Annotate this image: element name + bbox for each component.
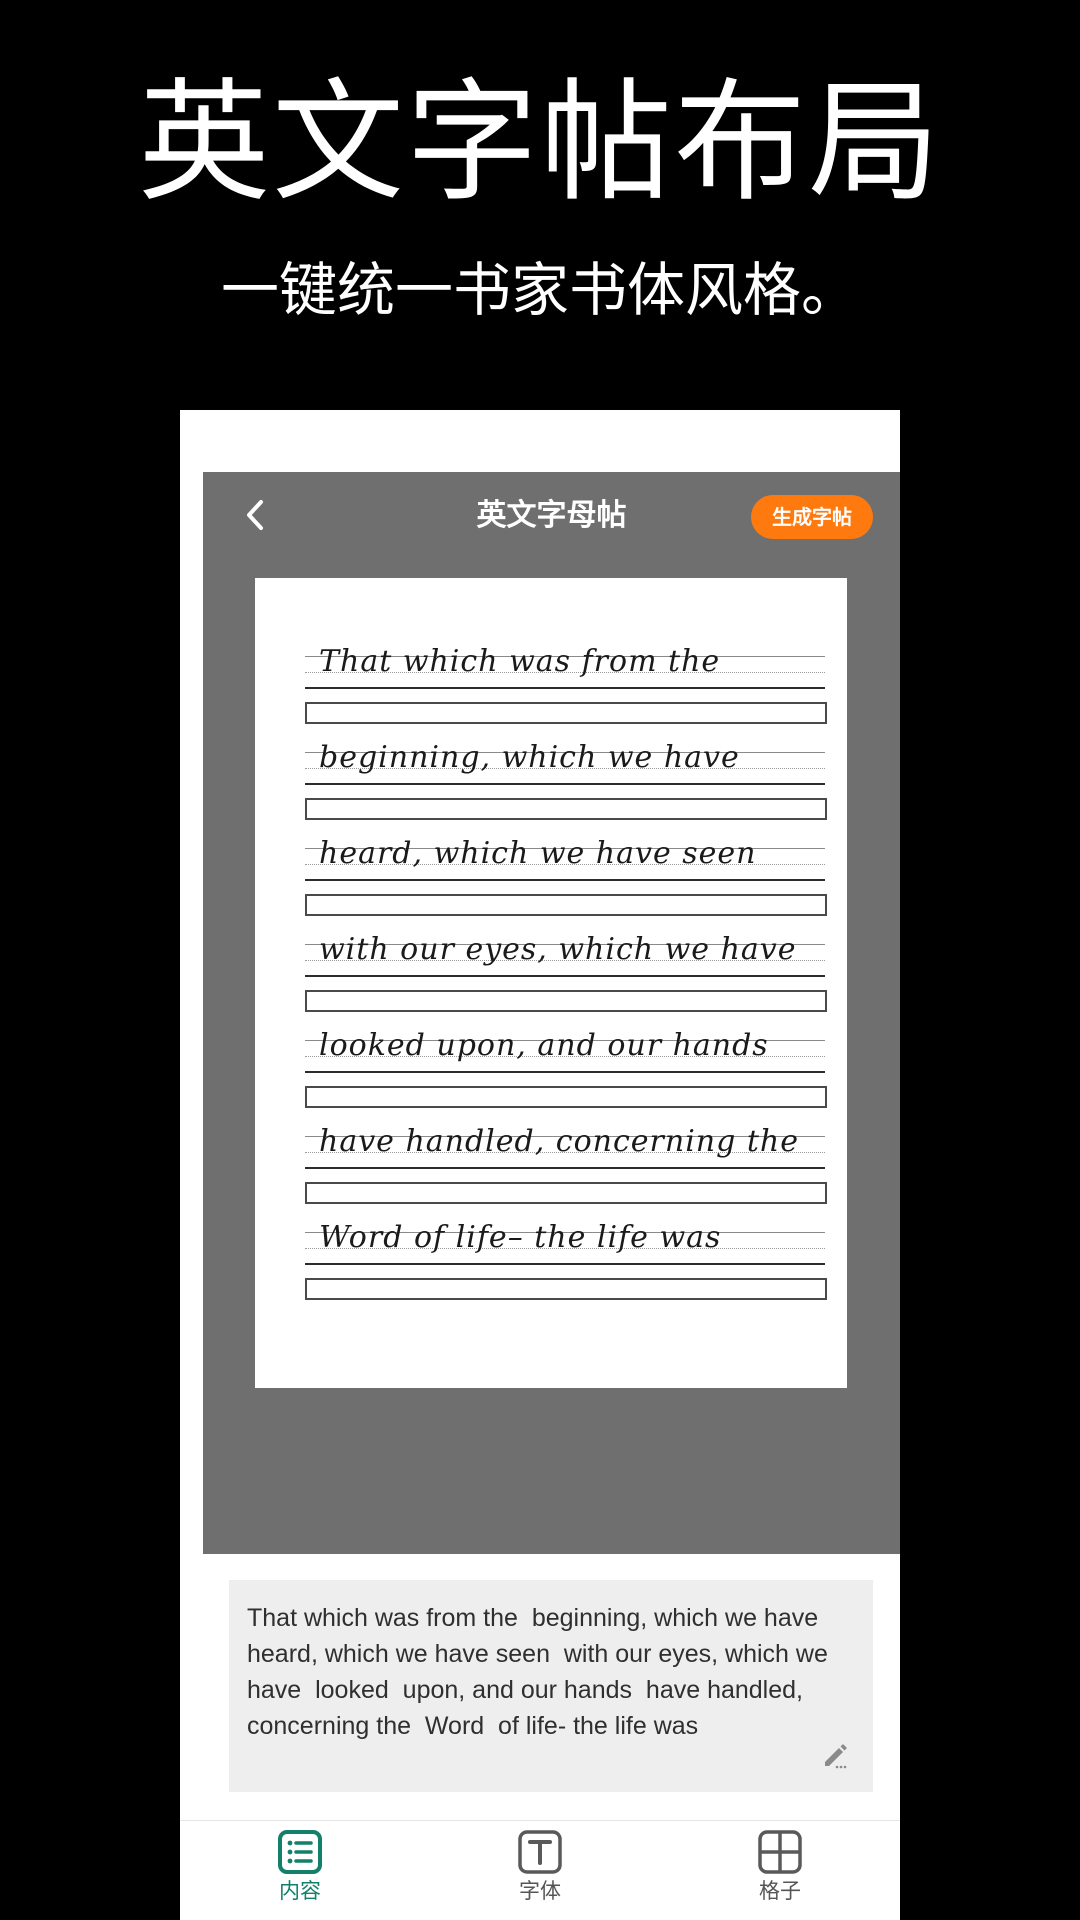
writing-line: heard, which we have seen	[305, 836, 827, 922]
writing-line: with our eyes, which we have	[305, 932, 827, 1018]
cursive-line-text: That which was from the	[319, 644, 721, 679]
nav-bar: 英文字母帖 生成字帖	[203, 472, 900, 562]
promo-title: 英文字帖布局	[138, 66, 942, 220]
writing-line: looked upon, and our hands	[305, 1028, 827, 1114]
preview-area: 英文字母帖 生成字帖 That which was from the begin…	[203, 472, 900, 1554]
content-text-input[interactable]: That which was from the beginning, which…	[229, 1580, 873, 1792]
grid-icon	[758, 1830, 802, 1874]
content-text: That which was from the beginning, which…	[247, 1604, 835, 1740]
tab-grid[interactable]: 格子	[720, 1829, 840, 1919]
writing-line: have handled, concerning the	[305, 1124, 827, 1210]
list-icon	[278, 1830, 322, 1874]
phone-screen: 英文字母帖 生成字帖 That which was from the begin…	[180, 410, 900, 1920]
cursive-line-text: with our eyes, which we have	[319, 932, 797, 967]
writing-line: Word of life– the life was	[305, 1220, 827, 1306]
pencil-icon[interactable]	[819, 1738, 851, 1770]
copybook-sheet: That which was from the beginning, which…	[255, 578, 847, 1388]
writing-line: That which was from the	[305, 644, 827, 730]
back-button[interactable]	[231, 490, 281, 540]
chevron-left-icon	[247, 500, 263, 530]
tab-label: 格子	[759, 1879, 801, 1903]
bottom-tab-bar: 内容 字体 格子	[180, 1820, 900, 1920]
tab-font[interactable]: 字体	[480, 1829, 600, 1919]
generate-copybook-button[interactable]: 生成字帖	[751, 495, 873, 539]
promo-subtitle: 一键统一书家书体风格。	[220, 256, 859, 324]
cursive-line-text: beginning, which we have	[319, 740, 740, 775]
cursive-line-text: heard, which we have seen	[319, 836, 757, 871]
tab-label: 内容	[279, 1879, 321, 1903]
cursive-line-text: looked upon, and our hands	[319, 1028, 769, 1063]
tab-label: 字体	[519, 1879, 561, 1903]
text-t-icon	[518, 1830, 562, 1874]
cursive-line-text: have handled, concerning the	[319, 1124, 799, 1159]
writing-line: beginning, which we have	[305, 740, 827, 826]
tab-content[interactable]: 内容	[240, 1829, 360, 1919]
cursive-line-text: Word of life– the life was	[319, 1220, 722, 1255]
